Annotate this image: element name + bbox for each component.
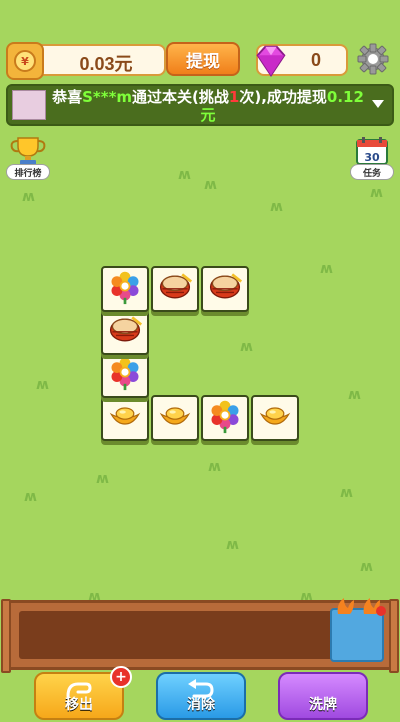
plus-badge[interactable]: + <box>110 666 132 688</box>
drum-icon <box>106 312 144 352</box>
game-tile[interactable] <box>151 266 199 312</box>
remove-hand-icon <box>66 682 92 698</box>
gold-ingot-icon <box>256 400 294 436</box>
gold-ingot-icon <box>106 400 144 436</box>
tray-extra-slot <box>330 598 386 662</box>
game-tile[interactable] <box>201 266 249 312</box>
gold-ingot-icon <box>156 400 194 436</box>
shuffle-button[interactable]: 洗牌 <box>278 672 368 720</box>
game-tile[interactable] <box>101 309 149 355</box>
game-tile[interactable] <box>101 266 149 312</box>
game-tile[interactable] <box>251 395 299 441</box>
notification-dot <box>376 606 386 616</box>
tray-post-right <box>389 599 399 673</box>
drum-icon <box>156 269 194 309</box>
game-tile[interactable] <box>101 352 149 398</box>
flower-icon <box>207 398 243 438</box>
shuffle-label: 洗牌 <box>309 697 337 713</box>
tray-slot-area <box>19 611 381 659</box>
flower-icon <box>107 355 143 395</box>
game-tile[interactable] <box>151 395 199 441</box>
flower-icon <box>107 269 143 309</box>
undo-arrow-icon <box>188 679 214 698</box>
game-tile[interactable] <box>101 395 149 441</box>
tray-post-left <box>1 599 11 673</box>
drum-icon <box>206 269 244 309</box>
game-tile[interactable] <box>201 395 249 441</box>
